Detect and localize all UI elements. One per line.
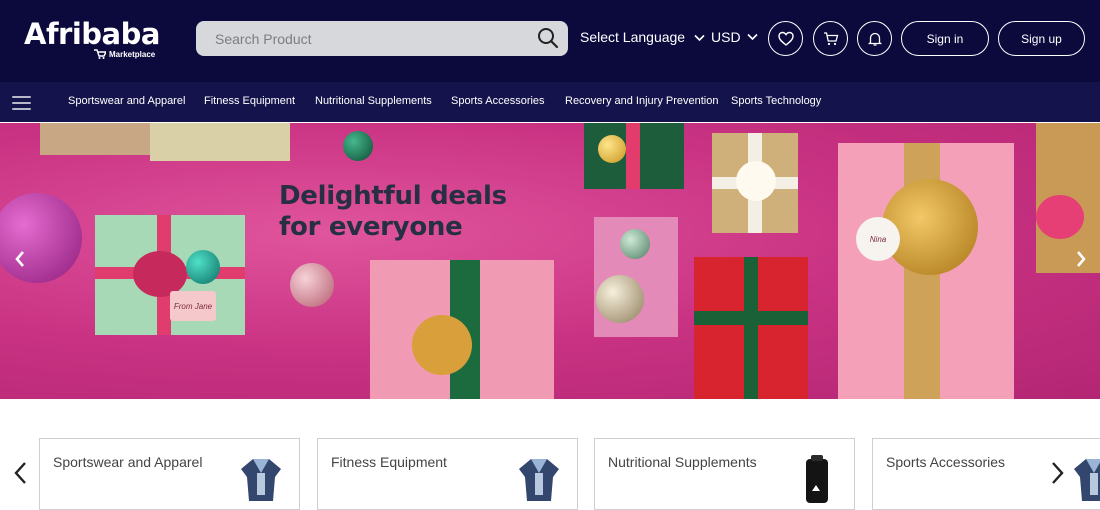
nav-item-sports-accessories[interactable]: Sports Accessories (451, 95, 545, 107)
category-card-label: Sports Accessories (886, 454, 1006, 470)
ornament-green (343, 131, 373, 161)
brand-logo[interactable]: Afribaba Marketplace (24, 18, 174, 64)
ornament-teal (186, 250, 220, 284)
category-prev-arrow-icon[interactable] (12, 460, 28, 486)
nav-item-recovery[interactable]: Recovery and Injury Prevention (565, 95, 718, 107)
brand-tagline-text: Marketplace (109, 49, 156, 59)
hero-banner[interactable]: From Jane Nina Delightful deals for ever… (0, 123, 1100, 399)
gift-box-top (150, 123, 290, 161)
top-header: Afribaba Marketplace Select Language USD… (0, 0, 1100, 82)
nav-item-sports-technology[interactable]: Sports Technology (731, 95, 821, 107)
apparel-image-icon (241, 459, 281, 501)
bell-icon (867, 32, 882, 46)
menu-icon[interactable] (12, 96, 31, 110)
gift-box-gold (712, 133, 798, 233)
cart-logo-icon (94, 49, 106, 59)
apparel-image-icon (1074, 459, 1100, 501)
wishlist-button[interactable] (768, 21, 803, 56)
category-card-label: Fitness Equipment (331, 454, 447, 470)
ornament-cream (596, 275, 644, 323)
search-icon[interactable] (537, 27, 559, 49)
search-input[interactable] (196, 21, 526, 56)
ornament-magenta (0, 193, 82, 283)
gift-tag-round: Nina (856, 217, 900, 261)
gift-box-top-left (40, 123, 150, 155)
language-selector[interactable]: Select Language (580, 29, 685, 45)
nav-item-nutritional-supplements[interactable]: Nutritional Supplements (315, 95, 432, 107)
banner-prev-arrow-icon[interactable] (12, 249, 28, 269)
brand-tagline: Marketplace (94, 49, 155, 59)
signup-button[interactable]: Sign up (998, 21, 1085, 56)
nav-item-fitness-equipment[interactable]: Fitness Equipment (204, 95, 295, 107)
notifications-button[interactable] (857, 21, 892, 56)
gift-box-pink (370, 260, 554, 399)
banner-headline-line2: for everyone (279, 212, 463, 242)
currency-selector[interactable]: USD (711, 29, 741, 45)
gift-tag: From Jane (170, 291, 216, 321)
gift-box-red (694, 257, 808, 399)
nav-item-sportswear[interactable]: Sportswear and Apparel (68, 95, 185, 107)
brand-name: Afribaba (24, 17, 160, 51)
bag-image-icon (806, 455, 828, 503)
banner-next-arrow-icon[interactable] (1073, 249, 1089, 269)
banner-headline-line1: Delightful deals (279, 181, 507, 211)
cart-button[interactable] (813, 21, 848, 56)
gift-box-large (838, 143, 1014, 399)
bow-right (1036, 195, 1084, 239)
heart-icon (777, 31, 794, 46)
chevron-down-icon[interactable] (694, 34, 705, 42)
apparel-image-icon (519, 459, 559, 501)
category-card-sportswear[interactable]: Sportswear and Apparel (39, 438, 300, 510)
category-card-label: Sportswear and Apparel (53, 454, 203, 470)
banner-headline: Delightful deals for everyone (279, 181, 507, 243)
category-nav: Sportswear and Apparel Fitness Equipment… (0, 82, 1100, 122)
ornament-gold (598, 135, 626, 163)
cart-icon (823, 31, 838, 45)
chevron-down-icon[interactable] (747, 33, 758, 41)
search-bar (196, 21, 568, 56)
signin-button[interactable]: Sign in (901, 21, 989, 56)
category-next-arrow-icon[interactable] (1050, 460, 1066, 486)
category-card-nutritional-supplements[interactable]: Nutritional Supplements (594, 438, 855, 510)
ornament-silver (620, 229, 650, 259)
ornament-pink (290, 263, 334, 307)
category-card-label: Nutritional Supplements (608, 454, 757, 470)
category-card-fitness-equipment[interactable]: Fitness Equipment (317, 438, 578, 510)
